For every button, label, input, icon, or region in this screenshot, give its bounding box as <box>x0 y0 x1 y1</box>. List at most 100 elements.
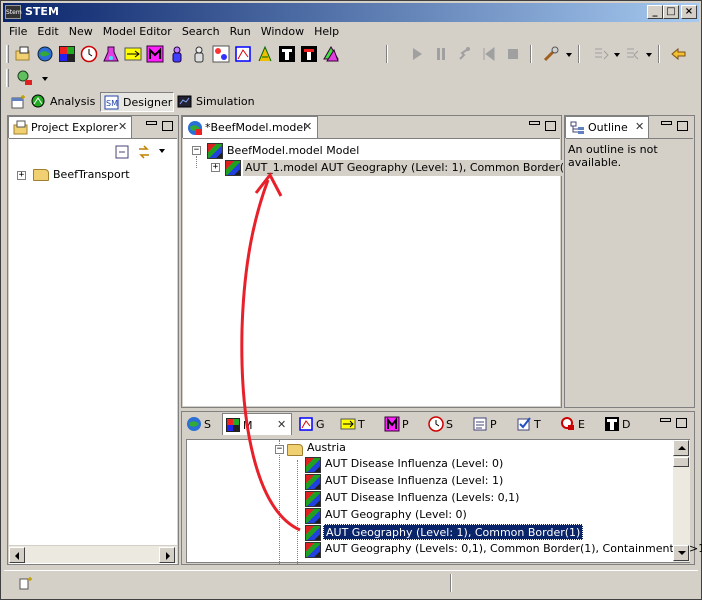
perspective-simulation[interactable]: Simulation <box>174 92 255 112</box>
tab-project-explorer[interactable]: Project Explorer ✕ <box>8 116 132 138</box>
maximize-view-button[interactable] <box>162 121 173 131</box>
minimize-view-button[interactable] <box>660 418 671 422</box>
maximize-view-button[interactable] <box>677 121 688 131</box>
maximize-button[interactable]: □ <box>663 5 679 19</box>
perspective-designer[interactable]: SM Designer <box>100 92 174 112</box>
chevron-down-icon[interactable] <box>614 53 620 57</box>
library-tab-predicates[interactable]: P <box>470 413 506 435</box>
new-graph-icon[interactable] <box>234 45 252 63</box>
outline-icon <box>570 121 584 134</box>
tree-expander[interactable]: + <box>17 171 26 180</box>
perspective-analysis[interactable]: Analysis <box>28 92 98 112</box>
view-menu-icon[interactable] <box>159 149 165 153</box>
new-transition-icon[interactable] <box>124 45 142 63</box>
horizontal-scrollbar[interactable] <box>9 545 177 563</box>
stop-icon[interactable] <box>504 45 522 63</box>
library-tab-triggers[interactable]: T <box>514 413 550 435</box>
library-tab-sequencers[interactable]: S <box>426 413 462 435</box>
collapse-all-icon[interactable] <box>115 145 129 159</box>
minimize-view-button[interactable] <box>661 121 672 125</box>
vertical-scrollbar[interactable] <box>673 440 690 562</box>
search-icon[interactable] <box>16 69 34 87</box>
library-item[interactable]: AUT Geography (Levels: 0,1), Common Bord… <box>325 541 702 557</box>
step-icon[interactable] <box>456 45 474 63</box>
scroll-right-button[interactable] <box>159 547 175 563</box>
library-item[interactable]: AUT Disease Influenza (Levels: 0,1) <box>325 490 519 506</box>
next-annotation-icon[interactable] <box>592 45 610 63</box>
menu-run[interactable]: Run <box>225 23 256 40</box>
close-icon[interactable]: ✕ <box>277 418 286 431</box>
toolbar-grip[interactable] <box>6 45 9 63</box>
tree-item-aut-model[interactable]: AUT_1.model AUT Geography (Level: 1), Co… <box>243 160 578 176</box>
chevron-down-icon[interactable] <box>566 53 572 57</box>
reset-icon[interactable] <box>480 45 498 63</box>
minimize-view-button[interactable] <box>529 121 540 125</box>
menu-help[interactable]: Help <box>309 23 344 40</box>
scroll-thumb[interactable] <box>673 457 689 467</box>
outline-body: An outline is not available. <box>566 138 693 406</box>
back-icon[interactable] <box>670 45 688 63</box>
tab-beefmodel[interactable]: *BeefModel.model ✕ <box>182 116 318 138</box>
library-item[interactable]: AUT Disease Influenza (Level: 1) <box>325 473 503 489</box>
scroll-left-button[interactable] <box>9 547 25 563</box>
link-with-editor-icon[interactable] <box>137 145 151 159</box>
menu-file[interactable]: File <box>4 23 32 40</box>
new-population-icon[interactable] <box>146 45 164 63</box>
new-pattern-icon[interactable] <box>212 45 230 63</box>
library-tab-models[interactable]: M ✕ <box>222 413 292 435</box>
chevron-down-icon[interactable] <box>42 77 48 81</box>
new-experiment-icon[interactable] <box>102 45 120 63</box>
tree-expander[interactable]: − <box>275 445 284 454</box>
menu-search[interactable]: Search <box>177 23 225 40</box>
external-tools-icon[interactable] <box>542 45 560 63</box>
library-item[interactable]: AUT Geography (Level: 0) <box>325 507 467 523</box>
minimize-view-button[interactable] <box>146 121 157 125</box>
close-button[interactable]: × <box>681 5 697 19</box>
maximize-view-button[interactable] <box>545 121 556 131</box>
menu-model-editor[interactable]: Model Editor <box>98 23 177 40</box>
new-scenario-icon[interactable] <box>36 45 54 63</box>
tree-item-austria[interactable]: Austria <box>307 440 346 456</box>
new-sequencer-icon[interactable] <box>80 45 98 63</box>
new-model-icon[interactable] <box>58 45 76 63</box>
chevron-down-icon[interactable] <box>646 53 652 57</box>
open-project-icon[interactable] <box>14 45 32 63</box>
library-item-selected[interactable]: AUT Geography (Level: 1), Common Border(… <box>323 524 584 540</box>
run-icon[interactable] <box>408 45 426 63</box>
new-mixing-icon[interactable] <box>190 45 208 63</box>
scroll-down-button[interactable] <box>673 545 689 561</box>
new-person-icon[interactable] <box>168 45 186 63</box>
menu-edit[interactable]: Edit <box>32 23 63 40</box>
scroll-up-button[interactable] <box>673 440 689 456</box>
tab-outline[interactable]: Outline ✕ <box>565 116 649 138</box>
close-icon[interactable]: ✕ <box>303 120 312 133</box>
library-tab-experiments[interactable]: E <box>558 413 594 435</box>
title-bar[interactable]: Stem STEM _ □ × <box>3 3 699 22</box>
previous-annotation-icon[interactable] <box>624 45 642 63</box>
library-tab-graphs[interactable]: G <box>296 413 332 435</box>
pause-icon[interactable] <box>432 45 450 63</box>
library-item[interactable]: AUT Disease Influenza (Level: 0) <box>325 456 503 472</box>
library-tab-transitions[interactable]: T <box>338 413 374 435</box>
library-tab-populations[interactable]: P <box>382 413 418 435</box>
new-predicate-icon[interactable] <box>256 45 274 63</box>
tree-expander[interactable]: − <box>192 146 201 155</box>
new-modifier-icon[interactable] <box>322 45 340 63</box>
new-trigger-icon[interactable] <box>300 45 318 63</box>
fast-view-icon[interactable] <box>18 576 34 592</box>
tree-item-beeftransport[interactable]: BeefTransport <box>53 167 130 183</box>
maximize-view-button[interactable] <box>676 418 687 428</box>
close-icon[interactable]: ✕ <box>118 120 127 133</box>
open-perspective-icon[interactable] <box>10 94 26 110</box>
tree-expander[interactable]: + <box>211 163 220 172</box>
new-decorator-icon[interactable] <box>278 45 296 63</box>
menu-window[interactable]: Window <box>256 23 309 40</box>
tree-item-beefmodel[interactable]: BeefModel.model Model <box>227 143 359 159</box>
minimize-button[interactable]: _ <box>647 5 663 19</box>
toolbar-grip[interactable] <box>6 69 9 87</box>
menu-new[interactable]: New <box>64 23 98 40</box>
library-tab-decorators[interactable]: D <box>602 413 638 435</box>
library-tab-scenarios[interactable]: S <box>184 413 220 435</box>
close-icon[interactable]: ✕ <box>635 120 644 133</box>
app-icon: Stem <box>5 5 22 19</box>
